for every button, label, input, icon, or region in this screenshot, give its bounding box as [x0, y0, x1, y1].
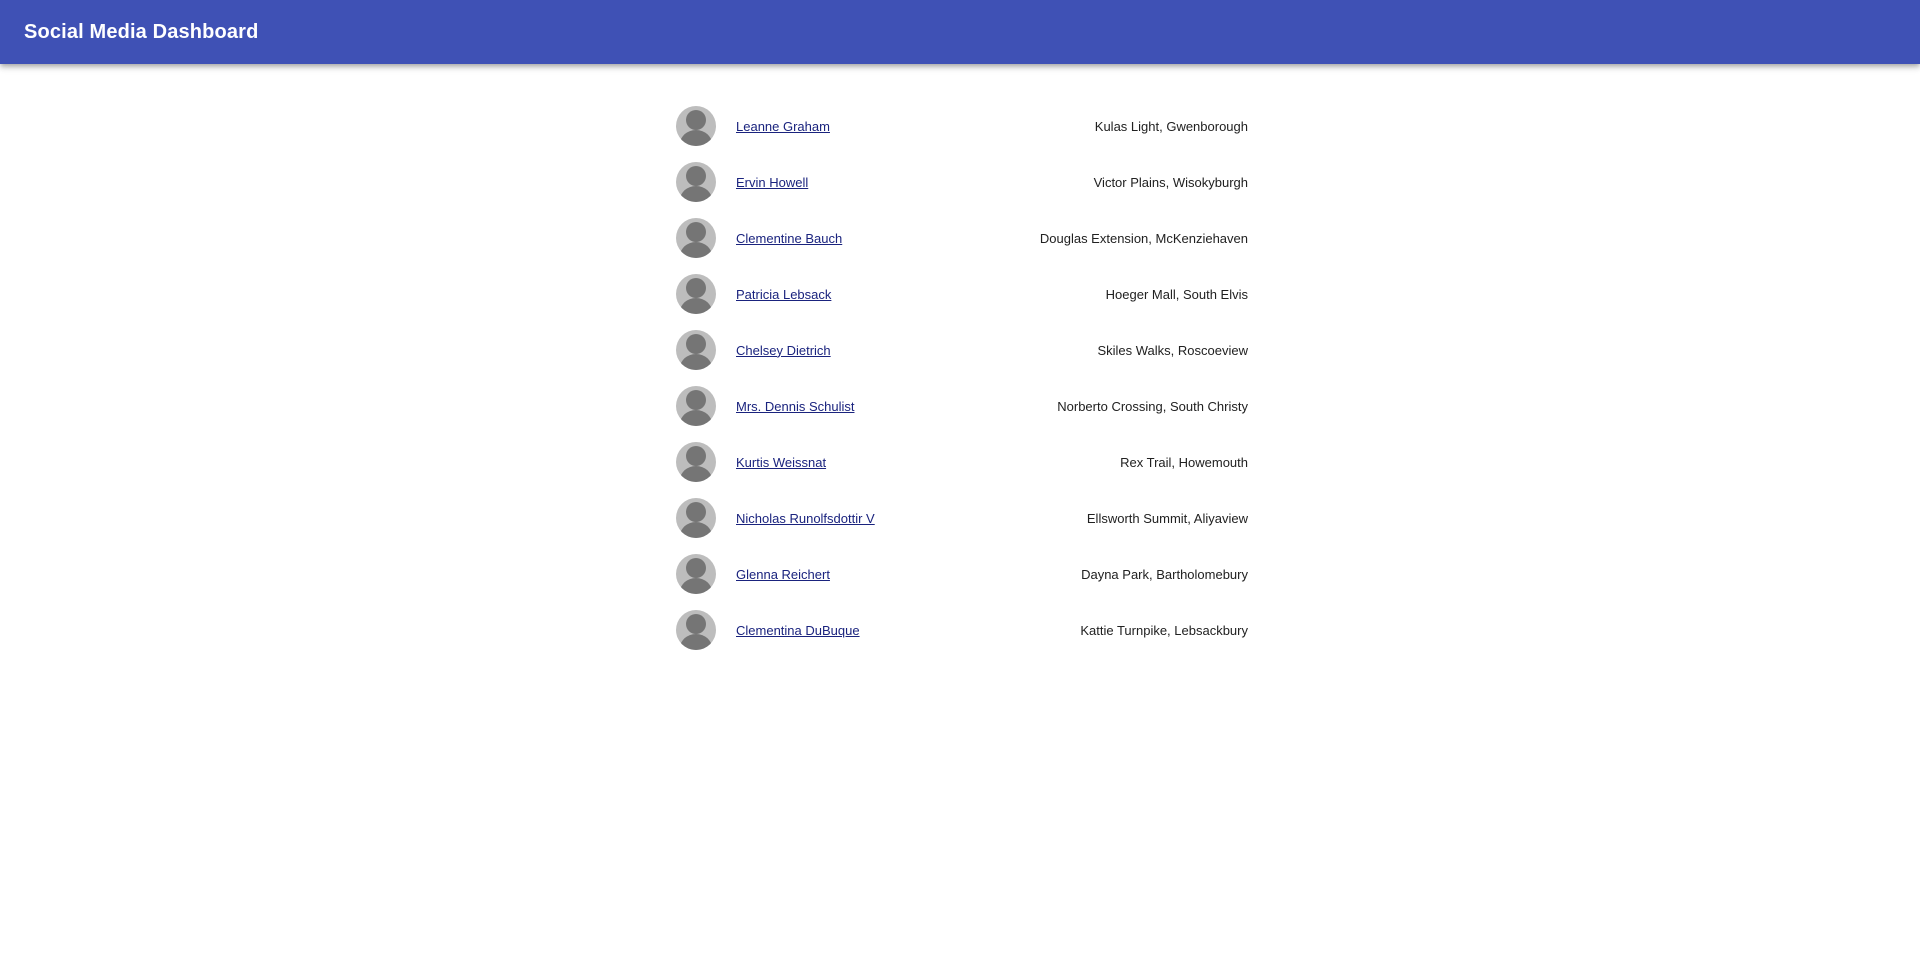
- user-name-link[interactable]: Mrs. Dennis Schulist: [736, 399, 854, 414]
- user-name-link[interactable]: Leanne Graham: [736, 119, 830, 134]
- user-address: Kattie Turnpike, Lebsackbury: [1080, 622, 1248, 638]
- person-avatar-icon: [676, 386, 716, 426]
- user-address: Skiles Walks, Roscoeview: [1097, 342, 1248, 358]
- user-address: Kulas Light, Gwenborough: [1094, 118, 1248, 134]
- person-avatar-icon: [676, 106, 716, 146]
- user-name-link[interactable]: Glenna Reichert: [736, 567, 830, 582]
- user-name-link[interactable]: Chelsey Dietrich: [736, 343, 831, 358]
- list-item: Ervin Howell Victor Plains, Wisokyburgh: [672, 154, 1248, 210]
- user-address: Victor Plains, Wisokyburgh: [1093, 174, 1248, 190]
- user-name-link[interactable]: Clementina DuBuque: [736, 623, 860, 638]
- user-address: Ellsworth Summit, Aliyaview: [1086, 510, 1248, 526]
- person-avatar-icon: [676, 554, 716, 594]
- user-address: Norberto Crossing, South Christy: [1057, 398, 1248, 414]
- list-item: Leanne Graham Kulas Light, Gwenborough: [672, 98, 1248, 154]
- list-item: Nicholas Runolfsdottir V Ellsworth Summi…: [672, 490, 1248, 546]
- person-avatar-icon: [676, 162, 716, 202]
- user-list: Leanne Graham Kulas Light, Gwenborough E…: [672, 98, 1248, 658]
- list-item: Patricia Lebsack Hoeger Mall, South Elvi…: [672, 266, 1248, 322]
- user-name-link[interactable]: Kurtis Weissnat: [736, 455, 826, 470]
- person-avatar-icon: [676, 498, 716, 538]
- person-avatar-icon: [676, 330, 716, 370]
- list-item: Kurtis Weissnat Rex Trail, Howemouth: [672, 434, 1248, 490]
- list-item: Mrs. Dennis Schulist Norberto Crossing, …: [672, 378, 1248, 434]
- list-item: Clementina DuBuque Kattie Turnpike, Lebs…: [672, 602, 1248, 658]
- user-address: Rex Trail, Howemouth: [1120, 454, 1248, 470]
- user-name-link[interactable]: Patricia Lebsack: [736, 287, 831, 302]
- person-avatar-icon: [676, 274, 716, 314]
- user-address: Hoeger Mall, South Elvis: [1105, 286, 1248, 302]
- user-address: Douglas Extension, McKenziehaven: [1039, 230, 1248, 246]
- app-bar: Social Media Dashboard: [0, 0, 1920, 64]
- app-title: Social Media Dashboard: [24, 21, 259, 43]
- person-avatar-icon: [676, 218, 716, 258]
- list-item: Clementine Bauch Douglas Extension, McKe…: [672, 210, 1248, 266]
- person-avatar-icon: [676, 442, 716, 482]
- user-name-link[interactable]: Ervin Howell: [736, 175, 808, 190]
- list-item: Glenna Reichert Dayna Park, Bartholomebu…: [672, 546, 1248, 602]
- list-item: Chelsey Dietrich Skiles Walks, Roscoevie…: [672, 322, 1248, 378]
- user-name-link[interactable]: Clementine Bauch: [736, 231, 842, 246]
- person-avatar-icon: [676, 610, 716, 650]
- user-address: Dayna Park, Bartholomebury: [1081, 566, 1248, 582]
- user-name-link[interactable]: Nicholas Runolfsdottir V: [736, 511, 875, 526]
